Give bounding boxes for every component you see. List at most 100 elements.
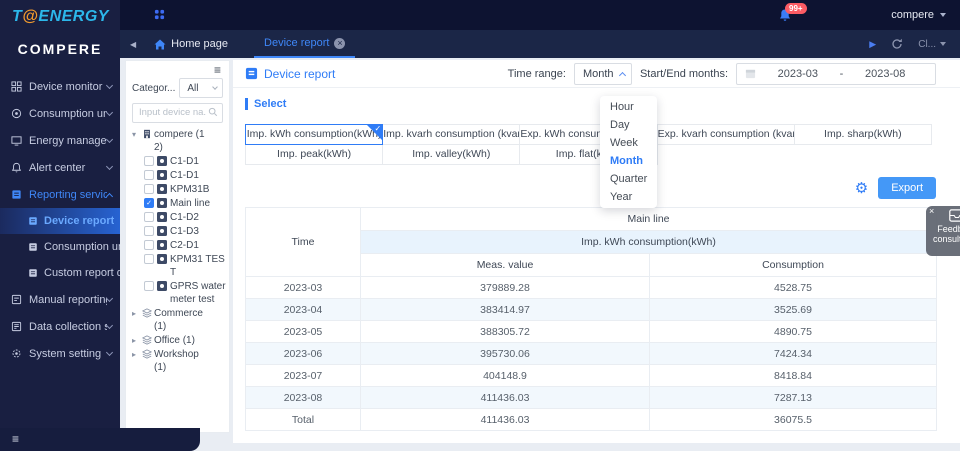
cell-consumption: 7424.34 xyxy=(650,343,937,365)
refresh-icon[interactable] xyxy=(891,38,903,50)
sidebar-item-label: Reporting services xyxy=(29,189,107,201)
caret-collapsed-icon[interactable]: ▸ xyxy=(132,334,142,347)
tree-node-label: C1-D1 xyxy=(170,155,226,168)
checkbox[interactable] xyxy=(144,156,154,166)
meter-icon xyxy=(157,198,167,208)
tabs-forward-icon[interactable]: ▶ xyxy=(869,39,876,50)
sidebar-item-consumption-unit[interactable]: Consumption unit xyxy=(0,100,120,127)
tab-bar: ◀ Home page Device report × ▶ Cl... xyxy=(120,30,960,58)
metric-cell[interactable]: Imp. sharp(kWh) xyxy=(794,124,932,145)
tree-node-device[interactable]: C1-D1 xyxy=(144,155,227,168)
dropdown-option-week[interactable]: Week xyxy=(600,134,657,152)
page-title: Device report xyxy=(264,67,335,81)
tree-node-group[interactable]: ▸ Office (1) xyxy=(132,334,227,347)
dropdown-option-hour[interactable]: Hour xyxy=(600,98,657,116)
feedback-widget[interactable]: × Feedback consultation xyxy=(926,206,960,256)
close-tabs-label: Cl... xyxy=(918,39,936,50)
checkbox[interactable] xyxy=(144,212,154,222)
tree-node-device[interactable]: GPRS water meter test xyxy=(144,280,227,306)
tree-node-device[interactable]: C1-D1 xyxy=(144,169,227,182)
tab-home-page[interactable]: Home page xyxy=(144,30,238,58)
sidebar-subitem-custom-report[interactable]: Custom report dis... xyxy=(0,260,120,286)
sidebar-subitem-device-report[interactable]: Device report xyxy=(0,208,120,234)
sidebar-item-label: Consumption unit xyxy=(29,108,107,120)
metric-label: Exp. kvarh consumption (kvarh) xyxy=(658,128,795,140)
end-month-value: 2023-08 xyxy=(843,68,927,80)
category-select[interactable]: All xyxy=(179,78,223,98)
checkbox[interactable] xyxy=(144,254,154,264)
cell-meas: 388305.72 xyxy=(361,321,650,343)
export-button[interactable]: Export xyxy=(878,177,936,199)
table-settings-gear-icon[interactable]: ⚙ xyxy=(855,181,868,196)
checkbox[interactable] xyxy=(144,226,154,236)
collapse-menu-icon[interactable]: ≡ xyxy=(12,432,19,446)
checkbox[interactable] xyxy=(144,184,154,194)
sidebar-subitem-label: Device report xyxy=(44,215,114,227)
edit-doc-icon xyxy=(10,294,23,305)
tree-node-device[interactable]: KPM31 TEST xyxy=(144,253,227,279)
dropdown-option-year[interactable]: Year xyxy=(600,188,657,206)
cell-time: 2023-06 xyxy=(246,343,361,365)
checkbox[interactable] xyxy=(144,170,154,180)
checkbox[interactable] xyxy=(144,240,154,250)
close-tab-icon[interactable]: × xyxy=(334,38,345,49)
metric-cell[interactable]: Imp. kvarh consumption (kvarh) xyxy=(382,124,520,145)
time-range-label: Time range: xyxy=(508,68,566,80)
time-range-select[interactable]: Month xyxy=(574,63,632,85)
tree-node-device-main-line[interactable]: ✓ Main line xyxy=(144,197,227,210)
sidebar-item-reporting-services[interactable]: Reporting services xyxy=(0,181,120,208)
report-panel: Device report Time range: Month Start/En… xyxy=(233,60,960,443)
tree-node-device[interactable]: KPM31B xyxy=(144,183,227,196)
tree-node-group[interactable]: ▸ Workshop (1) xyxy=(132,348,227,374)
sidebar-item-device-monitor[interactable]: Device monitor xyxy=(0,73,120,100)
gear-icon xyxy=(10,348,23,359)
panel-menu-icon[interactable]: ≡ xyxy=(214,63,221,77)
metric-selector-grid: Imp. kWh consumption(kWh) ✓ Imp. kvarh c… xyxy=(245,124,936,165)
metric-cell[interactable]: Imp. valley(kWh) xyxy=(382,144,520,165)
dropdown-option-month[interactable]: Month xyxy=(600,152,657,170)
checkbox[interactable] xyxy=(144,281,154,291)
dropdown-option-day[interactable]: Day xyxy=(600,116,657,134)
tree-node-group[interactable]: ▸ Commerce (1) xyxy=(132,307,227,333)
tree-node-label: compere (12) xyxy=(154,128,210,154)
metric-cell[interactable]: Exp. kvarh consumption (kvarh) xyxy=(657,124,795,145)
layers-icon xyxy=(142,308,152,318)
tree-node-device[interactable]: C1-D3 xyxy=(144,225,227,238)
cell-time: 2023-04 xyxy=(246,299,361,321)
close-tabs-dropdown[interactable]: Cl... xyxy=(918,39,946,50)
apps-grid-icon[interactable] xyxy=(154,9,165,20)
caret-expanded-icon[interactable]: ▾ xyxy=(132,128,142,141)
tree-node-device[interactable]: C2-D1 xyxy=(144,239,227,252)
section-bar xyxy=(245,98,248,110)
meter-icon xyxy=(157,226,167,236)
meter-icon xyxy=(157,240,167,250)
col-header-meas-value: Meas. value xyxy=(361,254,650,277)
mail-icon xyxy=(949,209,960,222)
sidebar-item-energy-management[interactable]: Energy managem... xyxy=(0,127,120,154)
metric-cell-selected[interactable]: Imp. kWh consumption(kWh) ✓ xyxy=(245,124,383,145)
report-table: Time Main line Imp. kWh consumption(kWh)… xyxy=(245,207,937,431)
tree-node-root[interactable]: ▾ compere (12) xyxy=(132,128,227,154)
sidebar-item-alert-center[interactable]: Alert center xyxy=(0,154,120,181)
notification-bell-icon[interactable]: 99+ xyxy=(778,8,792,22)
caret-collapsed-icon[interactable]: ▸ xyxy=(132,348,142,361)
tabs-back-icon[interactable]: ◀ xyxy=(130,40,136,49)
chevron-down-icon xyxy=(106,348,113,355)
close-icon[interactable]: × xyxy=(929,206,934,216)
caret-collapsed-icon[interactable]: ▸ xyxy=(132,307,142,320)
time-range-value: Month xyxy=(583,68,614,80)
metric-cell[interactable]: Imp. peak(kWh) xyxy=(245,144,383,165)
sidebar-item-data-collection[interactable]: Data collection sy... xyxy=(0,313,120,340)
sidebar-subitem-consumption-unit-report[interactable]: Consumption unit ... xyxy=(0,234,120,260)
feedback-label-line1: Feedback xyxy=(926,224,960,234)
month-range-picker[interactable]: 2023-03 - 2023-08 xyxy=(736,63,936,85)
checkbox-checked[interactable]: ✓ xyxy=(144,198,154,208)
tree-node-device[interactable]: C1-D2 xyxy=(144,211,227,224)
cell-meas: 411436.03 xyxy=(361,409,650,431)
sidebar-item-manual-reporting[interactable]: Manual reporting xyxy=(0,286,120,313)
sidebar-item-system-setting[interactable]: System setting xyxy=(0,340,120,367)
user-menu[interactable]: compere xyxy=(891,0,946,30)
dropdown-option-quarter[interactable]: Quarter xyxy=(600,170,657,188)
tree-node-label: C1-D3 xyxy=(170,225,226,238)
tab-device-report[interactable]: Device report × xyxy=(254,30,355,58)
